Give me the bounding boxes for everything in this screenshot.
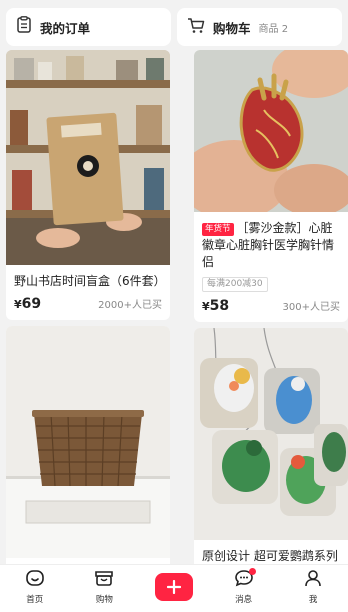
feed-column-left: 野山书店时间盲盒（6件套） ¥69 2000+人已买	[6, 50, 170, 589]
cart-label: 购物车	[213, 20, 251, 36]
product-card[interactable]: 年货节 ［雾沙金款］心脏徽章心脏胸针医学胸针情侣 每满200减30 ¥58 300…	[194, 50, 348, 322]
nav-messages[interactable]: 消息	[214, 568, 274, 605]
message-icon	[234, 568, 256, 591]
product-buyers-count: 2000+人已买	[98, 300, 162, 311]
nav-home-label: 首页	[26, 595, 44, 605]
nav-home[interactable]: 首页	[5, 569, 65, 605]
profile-icon	[303, 569, 323, 591]
product-card[interactable]: 收纳篮收纳筐衣物收纳筐	[6, 326, 170, 583]
order-icon	[16, 16, 32, 38]
product-price: ¥58	[202, 298, 230, 314]
feed-column-right: 年货节 ［雾沙金款］心脏徽章心脏胸针医学胸针情侣 每满200减30 ¥58 300…	[194, 50, 348, 588]
coupon-tag: 每满200减30	[202, 277, 268, 292]
nav-profile-label: 我	[308, 595, 318, 605]
nav-shop-label: 购物	[95, 595, 113, 605]
product-image-storage-basket	[6, 326, 170, 558]
bottom-nav: 首页 购物 消息 我	[0, 564, 348, 612]
product-buyers-count: 300+人已买	[282, 302, 340, 313]
promo-tag: 年货节	[202, 223, 234, 236]
nav-publish[interactable]	[144, 569, 204, 601]
product-title: 野山书店时间盲盒（6件套）	[14, 274, 166, 288]
plus-icon	[154, 573, 193, 601]
cart-icon	[187, 17, 205, 38]
product-card[interactable]: 原创设计 超可爱鹦鹉系列包包小包 含挂绳	[194, 328, 348, 582]
nav-shop[interactable]: 购物	[74, 569, 134, 605]
shop-icon	[94, 569, 114, 591]
nav-messages-label: 消息	[235, 595, 253, 605]
product-image-heart-pin	[194, 50, 348, 212]
product-image-parrot-bags	[194, 328, 348, 540]
cart-count: 商品 2	[258, 23, 289, 35]
product-price: ¥69	[14, 296, 42, 312]
home-icon	[25, 569, 45, 591]
notification-dot	[248, 568, 256, 575]
product-card[interactable]: 野山书店时间盲盒（6件套） ¥69 2000+人已买	[6, 50, 170, 320]
product-image-bookstore-box	[6, 50, 170, 265]
product-title: 年货节 ［雾沙金款］心脏徽章心脏胸针医学胸针情侣	[202, 221, 335, 269]
my-orders-label: 我的订单	[40, 20, 91, 36]
nav-profile[interactable]: 我	[283, 569, 343, 605]
cart-button[interactable]: 购物车 商品 2	[177, 8, 342, 46]
shortcut-bar: 我的订单 购物车 商品 2	[0, 0, 348, 50]
my-orders-button[interactable]: 我的订单	[6, 8, 171, 46]
